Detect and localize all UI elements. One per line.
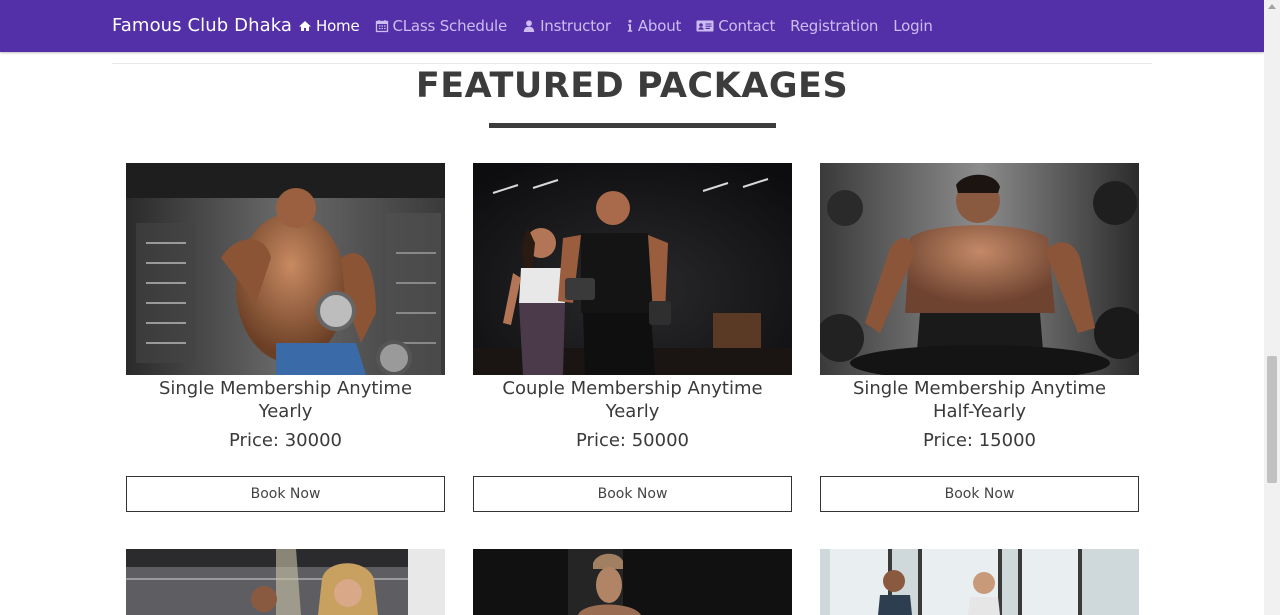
nav-item-label: About [637, 17, 682, 35]
section-divider [112, 63, 1152, 64]
nav-item-label: Contact [718, 17, 776, 35]
book-now-button[interactable]: Book Now [820, 476, 1139, 512]
nav-item-label: CLass Schedule [392, 17, 508, 35]
package-name: Couple Membership Anytime Yearly [502, 378, 763, 422]
book-now-button[interactable]: Book Now [126, 476, 445, 512]
package-price: Price: 15000 [923, 430, 1036, 451]
package-name: Single Membership Anytime Half-Yearly [852, 378, 1107, 422]
nav-item-instructor[interactable]: Instructor [522, 17, 611, 35]
nav-item-contact[interactable]: Contact [696, 17, 775, 35]
nav-item-label: Home [316, 17, 360, 35]
package-price: Price: 30000 [229, 430, 342, 451]
package-image [820, 549, 1139, 615]
package-image [126, 163, 445, 375]
nav-item-label: Instructor [540, 17, 611, 35]
scrollbar-thumb[interactable] [1267, 356, 1277, 483]
nav-item-label: Registration [790, 17, 879, 35]
section-title: FEATURED PACKAGES [415, 66, 849, 106]
top-navbar: Famous Club Dhaka Home CLass Schedule In… [0, 0, 1264, 52]
nav-menu: Home CLass Schedule Instructor About Con… [298, 17, 948, 35]
package-image [820, 163, 1139, 375]
nav-item-registration[interactable]: Registration [790, 17, 878, 35]
package-price: Price: 50000 [576, 430, 689, 451]
id-card-icon [696, 19, 714, 33]
book-now-button[interactable]: Book Now [473, 476, 792, 512]
user-icon [522, 19, 536, 33]
nav-item-label: Login [893, 17, 933, 35]
package-name: Single Membership Anytime Yearly [158, 378, 413, 422]
package-card: Single Membership Anytime Yearly Price: … [126, 163, 445, 513]
title-underline [489, 123, 776, 128]
nav-item-about[interactable]: About [626, 17, 681, 35]
package-card: Single Membership Anytime Half-Yearly Pr… [820, 163, 1139, 513]
page-scrollbar[interactable] [1264, 0, 1280, 615]
nav-item-class-schedule[interactable]: CLass Schedule [375, 17, 508, 35]
info-icon [626, 19, 634, 33]
package-card: Couple Membership Anytime Yearly Price: … [473, 163, 792, 513]
package-image [126, 549, 445, 615]
scroll-up-arrow-icon[interactable] [1268, 4, 1276, 9]
package-image [473, 549, 792, 615]
brand-logo[interactable]: Famous Club Dhaka [112, 15, 292, 36]
home-icon [298, 19, 312, 33]
nav-item-home[interactable]: Home [298, 17, 360, 35]
nav-item-login[interactable]: Login [893, 17, 933, 35]
calendar-icon [375, 19, 389, 33]
package-image [473, 163, 792, 375]
